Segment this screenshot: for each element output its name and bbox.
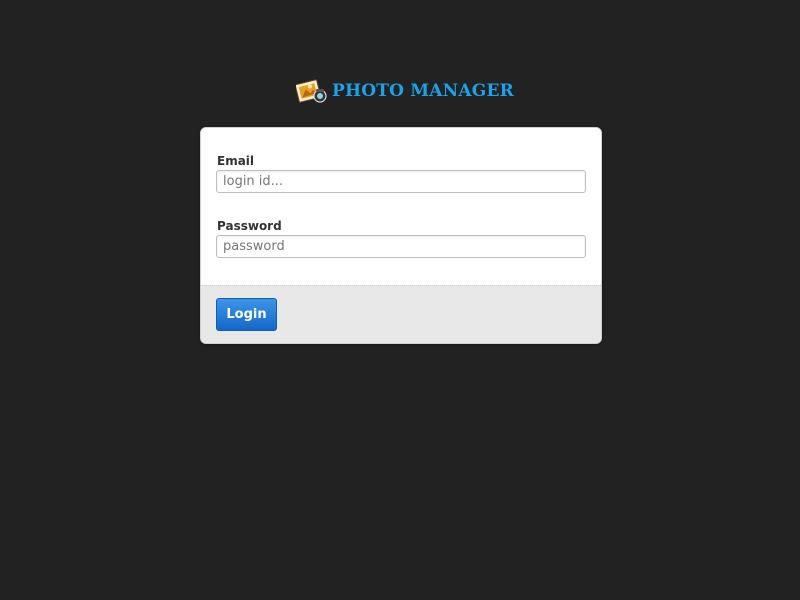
login-button[interactable]: Login xyxy=(216,298,277,331)
email-label: Email xyxy=(217,154,255,168)
login-form-footer: Login xyxy=(201,285,601,343)
login-page: PHOTO MANAGER Email Password Login xyxy=(0,0,800,600)
logo-text: PHOTO MANAGER xyxy=(332,81,514,101)
login-form-body: Email Password xyxy=(201,128,601,285)
email-field[interactable] xyxy=(216,170,586,193)
password-label: Password xyxy=(217,219,282,233)
photo-icon xyxy=(296,79,327,103)
app-logo: PHOTO MANAGER xyxy=(296,76,514,106)
login-card: Email Password Login xyxy=(200,127,602,344)
password-field[interactable] xyxy=(216,235,586,258)
